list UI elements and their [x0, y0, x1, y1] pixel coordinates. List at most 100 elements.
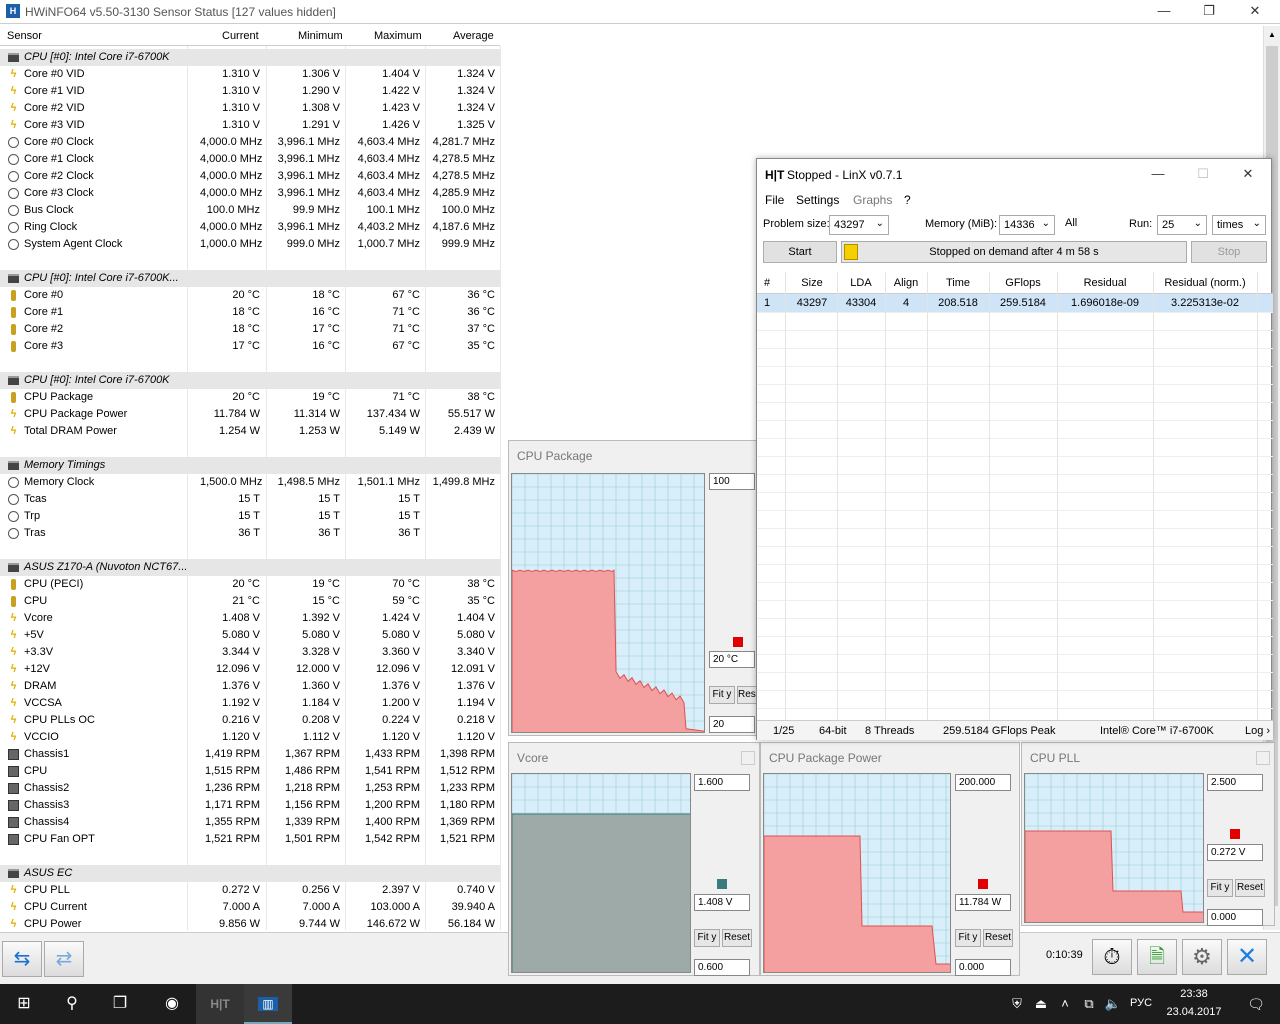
col-minimum[interactable]: Minimum: [298, 30, 343, 42]
sensor-row[interactable]: CPU 1,515 RPM 1,486 RPM 1,541 RPM 1,512 RPM: [0, 763, 500, 780]
graph-cpu-package[interactable]: CPU Package 100 20 °C Fit y Reset 20: [508, 440, 760, 736]
sensor-row[interactable]: Tras 36 T 36 T 36 T: [0, 525, 500, 542]
start-button[interactable]: Start: [763, 241, 837, 263]
minimize-button[interactable]: —: [1155, 3, 1173, 18]
problem-size-select[interactable]: 43297 ⌄: [829, 215, 889, 235]
collapse-arrows-button[interactable]: ⇄: [44, 941, 84, 977]
header-time[interactable]: Time: [927, 277, 989, 289]
start-button[interactable]: ⊞: [0, 984, 48, 1024]
graph-cpu-pll[interactable]: CPU PLL 2.500 0.272 V Fit y Reset 0.000: [1021, 742, 1275, 926]
sensor-group-header[interactable]: CPU [#0]: Intel Core i7-6700K: [0, 49, 500, 66]
sensor-row[interactable]: ϟ Total DRAM Power 1.254 W 1.253 W 5.149 W 2.…: [0, 423, 500, 440]
sensor-row[interactable]: Tcas 15 T 15 T 15 T: [0, 491, 500, 508]
run-unit-select[interactable]: times ⌄: [1212, 215, 1266, 235]
sensor-row[interactable]: ϟ VCCIO 1.120 V 1.112 V 1.120 V 1.120 V: [0, 729, 500, 746]
reset-button[interactable]: Reset: [1235, 879, 1265, 897]
graph-close-button[interactable]: [1256, 751, 1270, 765]
task-view-button[interactable]: ❐: [96, 984, 144, 1024]
sensor-row[interactable]: ϟ VCCSA 1.192 V 1.184 V 1.200 V 1.194 V: [0, 695, 500, 712]
header-size[interactable]: Size: [787, 277, 837, 289]
action-center-button[interactable]: 🗨: [1232, 984, 1280, 1024]
fit-y-button[interactable]: Fit y: [955, 929, 981, 947]
graph-max-value[interactable]: 2.500: [1207, 774, 1263, 791]
sensor-row[interactable]: ϟ Core #2 VID 1.310 V 1.308 V 1.423 V 1.324 V: [0, 100, 500, 117]
memory-select[interactable]: 14336 ⌄: [999, 215, 1055, 235]
graph-vcore[interactable]: Vcore 1.600 1.408 V Fit y Reset 0.600: [508, 742, 760, 976]
header-align[interactable]: Align: [885, 277, 927, 289]
fit-y-button[interactable]: Fit y: [694, 929, 720, 947]
graph-max-value[interactable]: 100: [709, 473, 755, 490]
sensor-row[interactable]: Core #2 18 °C 17 °C 71 °C 37 °C: [0, 321, 500, 338]
sensor-group-header[interactable]: CPU [#0]: Intel Core i7-6700K: [0, 372, 500, 389]
tray-language[interactable]: РУС: [1130, 997, 1152, 1009]
menu-help[interactable]: ?: [904, 193, 911, 207]
tray-time[interactable]: 23:38: [1168, 988, 1220, 1000]
close-sensors-button[interactable]: ✕: [1227, 939, 1267, 975]
search-button[interactable]: ⚲: [48, 984, 96, 1024]
sensor-row[interactable]: ϟ CPU Package Power 11.784 W 11.314 W 137.43…: [0, 406, 500, 423]
sensor-row[interactable]: ϟ DRAM 1.376 V 1.360 V 1.376 V 1.376 V: [0, 678, 500, 695]
tray-defender[interactable]: ⛨: [1006, 984, 1028, 1024]
close-button[interactable]: ✕: [1246, 3, 1264, 19]
sensor-row[interactable]: Chassis2 1,236 RPM 1,218 RPM 1,253 RPM 1,233…: [0, 780, 500, 797]
taskbar-app-hwinfo[interactable]: ▥: [244, 984, 292, 1024]
tray-usb[interactable]: ⏏: [1030, 984, 1052, 1024]
navigate-arrows-button[interactable]: ⇆: [2, 941, 42, 977]
graph-max-value[interactable]: 200.000: [955, 774, 1011, 791]
sensor-row[interactable]: Chassis4 1,355 RPM 1,339 RPM 1,400 RPM 1,369…: [0, 814, 500, 831]
sensor-row[interactable]: CPU 21 °C 15 °C 59 °C 35 °C: [0, 593, 500, 610]
fit-y-button[interactable]: Fit y: [1207, 879, 1233, 897]
sensor-row[interactable]: Bus Clock 100.0 MHz 99.9 MHz 100.1 MHz 100.0…: [0, 202, 500, 219]
linx-close-button[interactable]: ✕: [1239, 166, 1257, 182]
graph-min-value[interactable]: 20: [709, 716, 755, 733]
col-current[interactable]: Current: [222, 30, 259, 42]
sensor-row[interactable]: Core #1 Clock 4,000.0 MHz 3,996.1 MHz 4,603…: [0, 151, 500, 168]
log-button[interactable]: Log ›: [1245, 725, 1270, 737]
menu-graphs[interactable]: Graphs: [853, 193, 892, 207]
graph-min-value[interactable]: 0.000: [1207, 909, 1263, 926]
sensor-group-header[interactable]: Memory Timings: [0, 457, 500, 474]
run-count-select[interactable]: 25 ⌄: [1157, 215, 1207, 235]
sensor-row[interactable]: Chassis3 1,171 RPM 1,156 RPM 1,200 RPM 1,180…: [0, 797, 500, 814]
sensor-row[interactable]: CPU (PECI) 20 °C 19 °C 70 °C 38 °C: [0, 576, 500, 593]
tray-network[interactable]: ⧉: [1078, 984, 1100, 1024]
sensor-row[interactable]: Core #1 18 °C 16 °C 71 °C 36 °C: [0, 304, 500, 321]
graph-min-value[interactable]: 0.000: [955, 959, 1011, 976]
col-sensor[interactable]: Sensor: [7, 30, 42, 42]
sensor-row[interactable]: System Agent Clock 1,000.0 MHz 999.0 MHz 1,…: [0, 236, 500, 253]
linx-maximize-button[interactable]: ☐: [1194, 166, 1212, 182]
header-lda[interactable]: LDA: [837, 277, 885, 289]
memory-all-label[interactable]: All: [1065, 217, 1077, 229]
sensor-row[interactable]: ϟ Core #1 VID 1.310 V 1.290 V 1.422 V 1.324 V: [0, 83, 500, 100]
sensor-group-header[interactable]: ASUS EC: [0, 865, 500, 882]
header-residual[interactable]: Residual: [1057, 277, 1153, 289]
header-gflops[interactable]: GFlops: [989, 277, 1057, 289]
sensor-row[interactable]: Trp 15 T 15 T 15 T: [0, 508, 500, 525]
sensor-row[interactable]: Core #2 Clock 4,000.0 MHz 3,996.1 MHz 4,603…: [0, 168, 500, 185]
result-row[interactable]: 1 43297 43304 4 208.518 259.5184 1.69601…: [757, 294, 1273, 312]
graph-max-value[interactable]: 1.600: [694, 774, 750, 791]
sensor-group-header[interactable]: CPU [#0]: Intel Core i7-6700K...: [0, 270, 500, 287]
menu-file[interactable]: File: [765, 193, 784, 207]
taskbar-app-linx[interactable]: H|T: [196, 984, 244, 1024]
sensor-row[interactable]: ϟ CPU Current 7.000 A 7.000 A 103.000 A 39.94…: [0, 899, 500, 916]
sensor-row[interactable]: Core #3 Clock 4,000.0 MHz 3,996.1 MHz 4,603…: [0, 185, 500, 202]
sensor-row[interactable]: CPU Package 20 °C 19 °C 71 °C 38 °C: [0, 389, 500, 406]
settings-button[interactable]: ⚙: [1182, 939, 1222, 975]
sensor-row[interactable]: ϟ Core #3 VID 1.310 V 1.291 V 1.426 V 1.325 V: [0, 117, 500, 134]
sensor-row[interactable]: Ring Clock 4,000.0 MHz 3,996.1 MHz 4,403.2 …: [0, 219, 500, 236]
sensor-row[interactable]: Chassis1 1,419 RPM 1,367 RPM 1,433 RPM 1,398…: [0, 746, 500, 763]
graph-close-button[interactable]: [741, 751, 755, 765]
logging-button[interactable]: 🗎: [1137, 939, 1177, 975]
reset-button[interactable]: Reset: [722, 929, 752, 947]
tray-chevron[interactable]: ˄: [1054, 984, 1076, 1024]
header-residual-norm[interactable]: Residual (norm.): [1153, 277, 1257, 289]
taskbar-app-browser[interactable]: ◉: [148, 984, 196, 1024]
col-average[interactable]: Average: [453, 30, 494, 42]
reset-button[interactable]: Reset: [983, 929, 1013, 947]
sensor-row[interactable]: ϟ Vcore 1.408 V 1.392 V 1.424 V 1.404 V: [0, 610, 500, 627]
menu-settings[interactable]: Settings: [796, 193, 839, 207]
sensor-row[interactable]: Core #0 20 °C 18 °C 67 °C 36 °C: [0, 287, 500, 304]
sensor-row[interactable]: Core #3 17 °C 16 °C 67 °C 35 °C: [0, 338, 500, 355]
maximize-button[interactable]: ❐: [1200, 3, 1218, 19]
